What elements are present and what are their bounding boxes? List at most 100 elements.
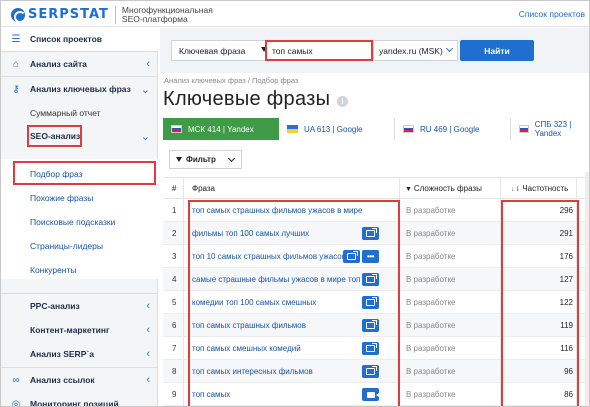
flag-ru-icon (403, 125, 414, 133)
sidebar-item-label: Анализ ссылок (30, 375, 95, 385)
key-icon: ⚷ (12, 83, 20, 95)
chevron-left-icon: ‹ (146, 58, 150, 70)
projects-list-link[interactable]: Список проектов (519, 9, 585, 19)
difficulty-status: В разработке (406, 275, 456, 284)
column-divider (183, 177, 184, 406)
sidebar-item-rank-tracking[interactable]: ◎ Мониторинг позиций (1, 392, 158, 407)
difficulty-status: В разработке (406, 206, 456, 215)
top-header: SERPSTAT Многофункциональная SEO-платфор… (1, 1, 589, 27)
search-type-select[interactable]: Ключевая фраза (171, 40, 273, 61)
row-number: 4 (172, 275, 177, 284)
table-header: # Фраза ▼ Сложность фразы ↓⇂ Частотность (163, 177, 589, 199)
logo-icon (11, 7, 26, 23)
tab-label: RU 469 | Google (420, 124, 480, 134)
row-number: 7 (172, 344, 177, 353)
link-icon: ∞ (12, 374, 20, 386)
highlight-volume-column (501, 200, 579, 406)
search-input[interactable]: топ самых (265, 40, 373, 61)
sidebar-item-link-analysis[interactable]: ∞ Анализ ссылок ‹ (1, 368, 158, 392)
column-header-label: Частотность (522, 184, 569, 193)
row-number: 9 (172, 390, 177, 399)
row-number: 6 (172, 321, 177, 330)
sidebar-item-label: Суммарный отчет (30, 108, 101, 118)
chevron-down-icon: ⌄ (140, 130, 150, 143)
sidebar-item-site-analysis[interactable]: ⌂ Анализ сайта ‹ (1, 52, 158, 76)
serpstat-logo[interactable]: SERPSTAT Многофункциональная SEO-платфор… (11, 4, 222, 24)
info-icon[interactable]: i (337, 96, 348, 107)
column-header-volume[interactable]: ↓⇂ Частотность (511, 184, 568, 193)
sidebar-item-summary-report[interactable]: Суммарный отчет (1, 101, 158, 125)
database-select[interactable]: yandex.ru (MSK) (373, 40, 458, 61)
sidebar-item-serp-analysis[interactable]: Анализ SERP`a ‹ (1, 342, 158, 366)
sort-desc-icon: ↓⇂ (511, 186, 523, 193)
chevron-left-icon: ‹ (146, 324, 150, 336)
tab-msk-yandex[interactable]: МСК 414 | Yandex (163, 118, 279, 140)
tab-spb-yandex[interactable]: СПБ 323 | Yandex (511, 118, 589, 140)
column-header-number: # (172, 184, 177, 193)
sidebar-item-label: Анализ SERP`a (30, 349, 94, 359)
app-window: SERPSTAT Многофункциональная SEO-платфор… (0, 0, 590, 407)
sidebar-item-keyword-analysis[interactable]: ⚷ Анализ ключевых фраз ⌄ (1, 77, 158, 101)
tab-label: МСК 414 | Yandex (188, 124, 254, 134)
sidebar-item-content-marketing[interactable]: Контент-маркетинг ‹ (1, 318, 158, 342)
flag-ru-icon (171, 125, 182, 133)
sidebar-item-search-suggestions[interactable]: Поисковые подсказки (30, 217, 115, 227)
highlight-phrases-column (188, 200, 400, 406)
difficulty-status: В разработке (406, 252, 456, 261)
sidebar: ☰ Список проектов ⌂ Анализ сайта ‹ ⚷ Ана… (1, 27, 158, 407)
column-header-phrase[interactable]: Фраза (192, 184, 215, 193)
flag-ru-icon (519, 125, 529, 133)
tab-ua-google[interactable]: UA 613 | Google (279, 118, 395, 140)
highlight-keyword-selection (13, 161, 156, 185)
difficulty-status: В разработке (406, 367, 456, 376)
column-header-label: Сложность фразы (413, 184, 482, 193)
search-bar: Ключевая фраза топ самых yandex.ru (MSK)… (160, 28, 589, 73)
sidebar-item-label: Список проектов (30, 34, 103, 44)
search-type-value: Ключевая фраза (179, 45, 246, 56)
logo-text: SERPSTAT (28, 7, 109, 22)
highlight-seo-analysis (27, 125, 82, 147)
logo-tagline: Многофункциональная SEO-платформа (121, 4, 213, 24)
menu-icon: ☰ (11, 33, 21, 45)
sidebar-item-label: Анализ сайта (30, 59, 87, 69)
sidebar-item-top-pages[interactable]: Страницы-лидеры (30, 241, 103, 251)
difficulty-status: В разработке (406, 298, 456, 307)
chevron-down-icon (227, 154, 236, 163)
tab-label: UA 613 | Google (304, 124, 363, 134)
flag-ua-icon (287, 125, 298, 133)
difficulty-status: В разработке (406, 344, 456, 353)
tab-label: СПБ 323 | Yandex (534, 120, 572, 138)
filter-button[interactable]: Фильтр (169, 150, 242, 169)
sidebar-item-ppc[interactable]: PPC-анализ ‹ (1, 294, 158, 318)
page-title: Ключевые фразы (163, 88, 331, 110)
filter-icon (176, 157, 182, 162)
logo-divider (114, 5, 116, 24)
find-button[interactable]: Найти (460, 40, 534, 61)
chevron-left-icon: ‹ (146, 300, 150, 312)
breadcrumb[interactable]: Анализ ключевых фраз / Подбор фраз (164, 76, 298, 85)
home-icon: ⌂ (12, 58, 20, 70)
row-number: 1 (172, 206, 177, 215)
sidebar-item-similar-phrases[interactable]: Похожие фразы (30, 193, 93, 203)
difficulty-status: В разработке (406, 390, 456, 399)
sidebar-item-label: PPC-анализ (30, 301, 80, 311)
sort-down-icon: ▼ (405, 186, 414, 193)
target-icon: ◎ (11, 398, 21, 407)
difficulty-status: В разработке (406, 321, 456, 330)
sidebar-item-projects[interactable]: ☰ Список проектов (1, 27, 158, 51)
scrollbar[interactable] (585, 172, 589, 406)
row-number: 3 (172, 252, 177, 261)
chevron-left-icon: ‹ (146, 348, 150, 360)
row-number: 5 (172, 298, 177, 307)
row-number: 8 (172, 367, 177, 376)
difficulty-status: В разработке (406, 229, 456, 238)
tab-ru-google[interactable]: RU 469 | Google (395, 118, 511, 140)
filter-label: Фильтр (186, 155, 216, 164)
chevron-down-icon: ⌄ (140, 83, 150, 96)
sidebar-item-label: Анализ ключевых фраз (30, 84, 131, 94)
chevron-left-icon: ‹ (146, 374, 150, 386)
sidebar-item-competitors[interactable]: Конкуренты (30, 265, 77, 275)
database-tabs: МСК 414 | Yandex UA 613 | Google RU 469 … (163, 118, 589, 140)
sidebar-item-label: Контент-маркетинг (30, 325, 110, 335)
column-header-difficulty[interactable]: ▼ Сложность фразы (405, 184, 482, 193)
